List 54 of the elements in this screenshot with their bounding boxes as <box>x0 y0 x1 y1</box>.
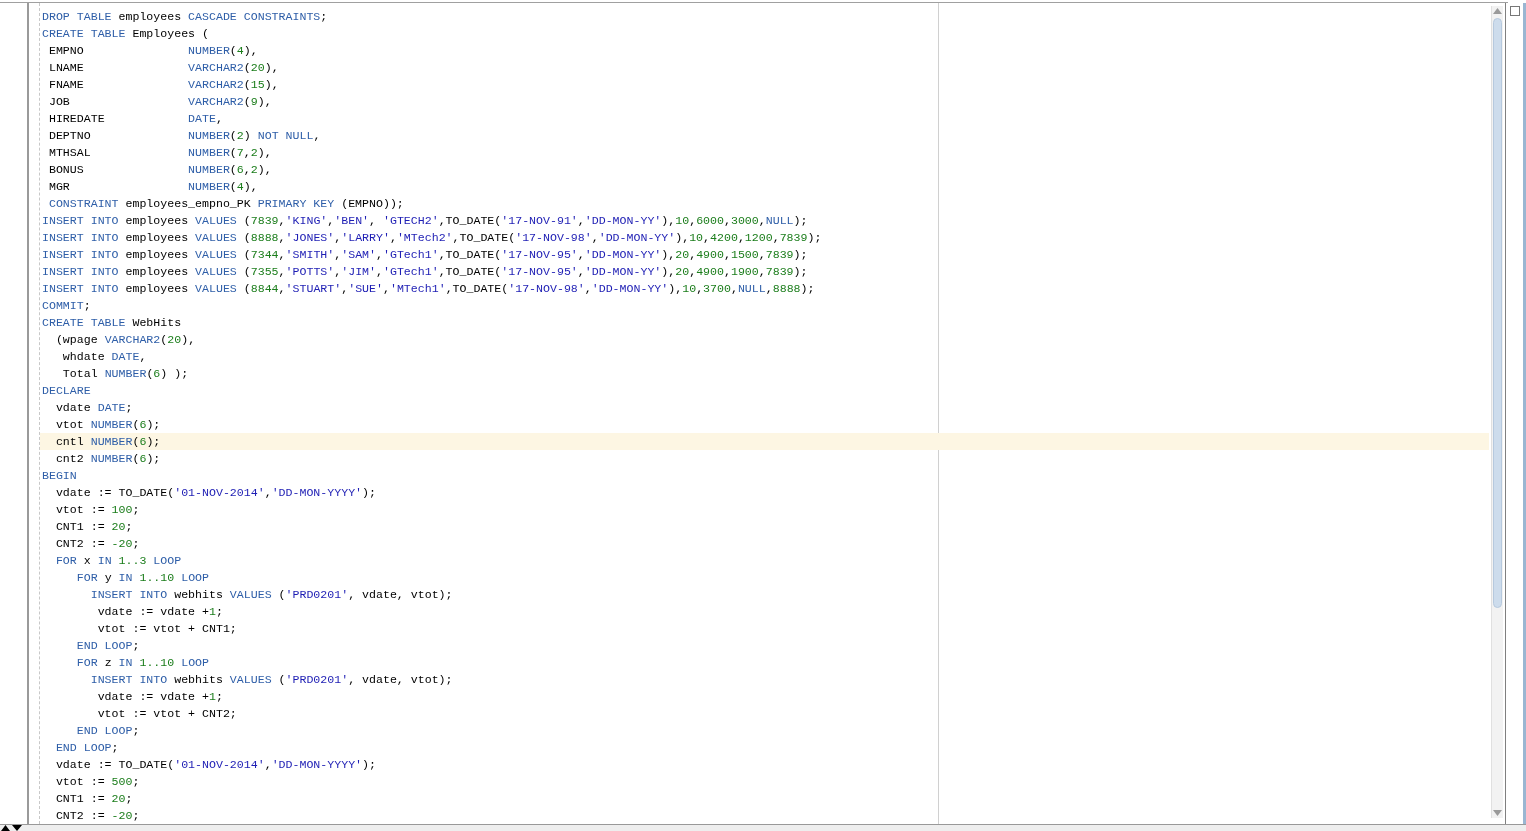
code-line: CNT1 := 20; <box>54 791 134 807</box>
scroll-up-icon[interactable] <box>1493 8 1502 14</box>
code-line: FOR z IN 1..10 LOOP <box>75 655 210 671</box>
code-line: JOB VARCHAR2(9), <box>47 94 273 110</box>
code-line: CNT1 := 20; <box>54 519 134 535</box>
code-line: COMMIT; <box>41 298 92 314</box>
code-line: BONUS NUMBER(6,2), <box>47 162 273 178</box>
code-line: CNT2 := -20; <box>54 536 141 552</box>
square-icon[interactable] <box>1509 6 1520 16</box>
code-line: INSERT INTO employees VALUES (8844,'STUART','SUE','MTech1',TO_DATE('17-NOV-98','DD-MON-YY'),10,3700,NULL,8888); <box>41 281 816 297</box>
code-line: BEGIN <box>41 468 78 484</box>
code-line: Total NUMBER(6) ); <box>61 366 190 382</box>
code-line: vdate := TO_DATE('01-NOV-2014','DD-MON-YYYY'); <box>54 485 377 501</box>
code-line: vdate DATE; <box>54 400 134 416</box>
code-line: INSERT INTO webhits VALUES ('PRD0201', vdate, vtot); <box>89 587 454 603</box>
code-line: FOR y IN 1..10 LOOP <box>75 570 210 586</box>
code-line: LNAME VARCHAR2(20), <box>47 60 280 76</box>
code-line: MTHSAL NUMBER(7,2), <box>47 145 273 161</box>
code-line: INSERT INTO employees VALUES (8888,'JONES','LARRY','MTech2',TO_DATE('17-NOV-98','DD-MON-YY'),10,4200,1200,7839); <box>41 230 823 246</box>
scrollbar-thumb[interactable] <box>1493 18 1502 608</box>
code-line: FNAME VARCHAR2(15), <box>47 77 280 93</box>
vertical-scrollbar[interactable] <box>1491 6 1503 818</box>
code-line: cnt2 NUMBER(6); <box>54 451 162 467</box>
code-editor[interactable] <box>39 3 1489 824</box>
code-line: vtot := vtot + CNT2; <box>96 706 238 722</box>
code-line: INSERT INTO employees VALUES (7355,'POTTS','JIM','GTech1',TO_DATE('17-NOV-95','DD-MON-YY'),20,4900,1900,7839); <box>41 264 809 280</box>
code-line: vtot := 500; <box>54 774 141 790</box>
code-line: INSERT INTO webhits VALUES ('PRD0201', vdate, vtot); <box>89 672 454 688</box>
code-line: CREATE TABLE WebHits <box>41 315 183 331</box>
scroll-down-icon[interactable] <box>1493 810 1502 816</box>
code-line: HIREDATE DATE, <box>47 111 224 127</box>
code-line: CREATE TABLE Employees ( <box>41 26 210 42</box>
code-line: DEPTNO NUMBER(2) NOT NULL, <box>47 128 322 144</box>
code-line: (wpage VARCHAR2(20), <box>54 332 197 348</box>
code-line: vdate := vdate +1; <box>96 604 224 620</box>
code-line: END LOOP; <box>75 723 141 739</box>
code-line: vdate := vdate +1; <box>96 689 224 705</box>
code-line: END LOOP; <box>75 638 141 654</box>
code-line: INSERT INTO employees VALUES (7344,'SMITH','SAM','GTech1',TO_DATE('17-NOV-95','DD-MON-YY'),20,4900,1500,7839); <box>41 247 809 263</box>
code-line: vdate := TO_DATE('01-NOV-2014','DD-MON-YYYY'); <box>54 757 377 773</box>
code-line: EMPNO NUMBER(4), <box>47 43 259 59</box>
code-line: CONSTRAINT employees_empno_PK PRIMARY KEY (EMPNO)); <box>47 196 405 212</box>
code-line: DECLARE <box>41 383 92 399</box>
code-line: CNT2 := -20; <box>54 808 141 824</box>
code-line: DROP TABLE employees CASCADE CONSTRAINTS; <box>41 9 329 25</box>
code-line: whdate DATE, <box>61 349 148 365</box>
code-line: MGR NUMBER(4), <box>47 179 259 195</box>
up-down-arrows-icon[interactable] <box>1 825 23 831</box>
code-line: vtot := 100; <box>54 502 141 518</box>
code-line: vtot := vtot + CNT1; <box>96 621 238 637</box>
code-line: END LOOP; <box>54 740 120 756</box>
code-line: vtot NUMBER(6); <box>54 417 162 433</box>
code-line: FOR x IN 1..3 LOOP <box>54 553 183 569</box>
code-line: INSERT INTO employees VALUES (7839,'KING','BEN', 'GTECH2',TO_DATE('17-NOV-91','DD-MON-YY'),10,6000,3000,NULL); <box>41 213 809 229</box>
